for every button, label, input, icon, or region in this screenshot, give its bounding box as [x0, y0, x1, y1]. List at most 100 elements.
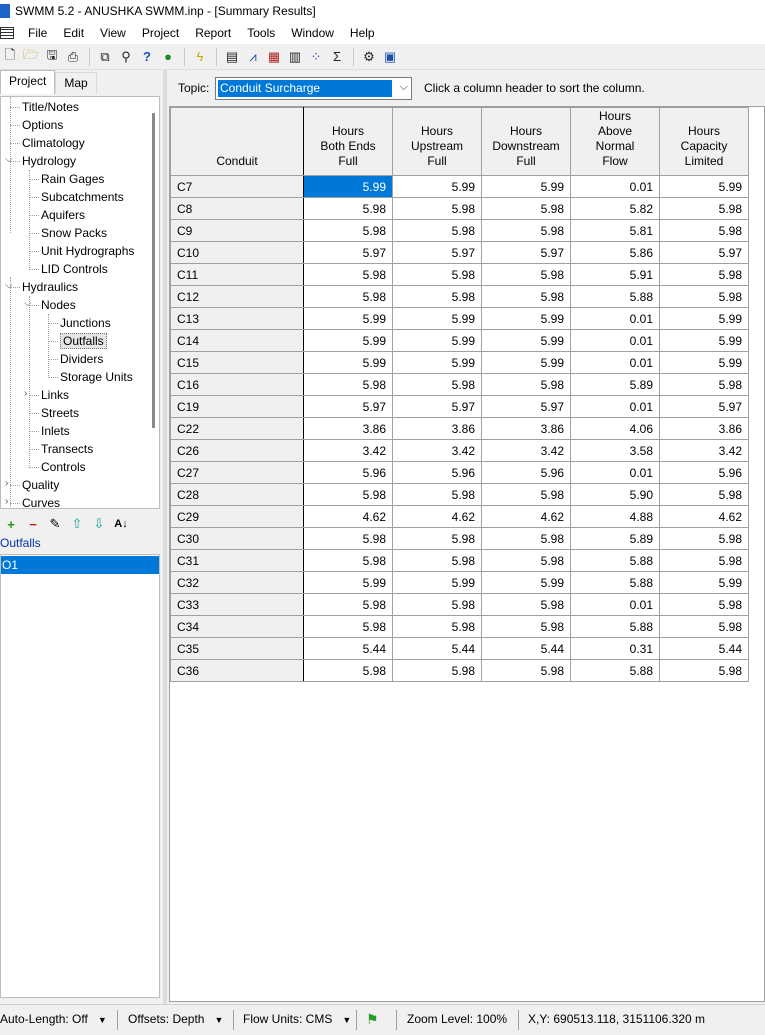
- table-cell[interactable]: 5.97: [392, 241, 482, 264]
- table-cell[interactable]: 5.98: [392, 549, 482, 572]
- tree-item[interactable]: Junctions: [60, 314, 111, 332]
- chevron-down-icon[interactable]: ⌵: [400, 81, 408, 94]
- table-cell[interactable]: 5.99: [481, 307, 571, 330]
- table-cell[interactable]: 5.98: [481, 197, 571, 220]
- table-cell[interactable]: 0.01: [570, 329, 660, 352]
- profile-plot-icon[interactable]: ⩘: [243, 47, 263, 67]
- table-cell[interactable]: 4.62: [303, 505, 393, 528]
- row-header-cell[interactable]: C31: [170, 549, 304, 572]
- menu-edit[interactable]: Edit: [55, 22, 92, 44]
- new-file-icon[interactable]: 🗋: [0, 47, 20, 67]
- table-cell[interactable]: 4.06: [570, 417, 660, 440]
- run-lightning-icon[interactable]: ϟ: [190, 47, 210, 67]
- table-cell[interactable]: 5.98: [659, 263, 749, 286]
- tree-item[interactable]: Hydrology: [22, 152, 76, 170]
- find-icon[interactable]: ⚲: [116, 47, 136, 67]
- sort-az-icon[interactable]: A↓: [110, 518, 132, 530]
- table-cell[interactable]: 5.98: [303, 483, 393, 506]
- table-cell[interactable]: 5.89: [570, 373, 660, 396]
- tree-item[interactable]: Rain Gages: [41, 170, 104, 188]
- globe-icon[interactable]: ●: [158, 47, 178, 67]
- table-cell[interactable]: 5.98: [481, 483, 571, 506]
- table-cell[interactable]: 5.98: [481, 219, 571, 242]
- menu-help[interactable]: Help: [342, 22, 383, 44]
- menu-tools[interactable]: Tools: [239, 22, 283, 44]
- table-cell[interactable]: 5.98: [303, 659, 393, 682]
- table-cell[interactable]: 4.88: [570, 505, 660, 528]
- table-cell[interactable]: 5.97: [659, 241, 749, 264]
- menu-file[interactable]: File: [20, 22, 55, 44]
- table-cell[interactable]: 5.97: [392, 395, 482, 418]
- options-icon[interactable]: ⚙: [359, 47, 379, 67]
- row-header-cell[interactable]: C9: [170, 219, 304, 242]
- table-cell[interactable]: 0.01: [570, 461, 660, 484]
- row-header-cell[interactable]: C30: [170, 527, 304, 550]
- table-cell[interactable]: 5.97: [481, 395, 571, 418]
- menu-report[interactable]: Report: [187, 22, 239, 44]
- table-cell[interactable]: 5.98: [303, 197, 393, 220]
- table-cell[interactable]: 4.62: [392, 505, 482, 528]
- table-cell[interactable]: 0.01: [570, 395, 660, 418]
- table-cell[interactable]: 5.89: [570, 527, 660, 550]
- table-cell[interactable]: 5.99: [392, 571, 482, 594]
- row-header-cell[interactable]: C26: [170, 439, 304, 462]
- offsets-status[interactable]: Offsets: Depth ▼: [128, 1005, 223, 1035]
- tab-project[interactable]: Project: [0, 70, 56, 94]
- tree-item[interactable]: Options: [22, 116, 63, 134]
- table-cell[interactable]: 5.99: [481, 351, 571, 374]
- row-header-cell[interactable]: C14: [170, 329, 304, 352]
- tree-item[interactable]: Nodes: [41, 296, 76, 314]
- add-icon[interactable]: +: [0, 517, 22, 532]
- edit-icon[interactable]: ✎: [44, 516, 66, 532]
- table-cell[interactable]: 5.98: [392, 263, 482, 286]
- tree-scrollbar[interactable]: [147, 97, 159, 508]
- list-item[interactable]: O1: [1, 556, 159, 574]
- row-header-cell[interactable]: C34: [170, 615, 304, 638]
- column-header[interactable]: Conduit: [170, 107, 304, 176]
- tree-item[interactable]: Title/Notes: [22, 98, 79, 116]
- table-cell[interactable]: 5.98: [392, 197, 482, 220]
- table-cell[interactable]: 5.88: [570, 285, 660, 308]
- tree-item[interactable]: Curves: [22, 494, 60, 508]
- table-cell[interactable]: 5.98: [392, 593, 482, 616]
- table-cell[interactable]: 5.98: [303, 285, 393, 308]
- table-icon[interactable]: ▥: [285, 47, 305, 67]
- table-cell[interactable]: 5.99: [659, 351, 749, 374]
- row-header-cell[interactable]: C32: [170, 571, 304, 594]
- sigma-icon[interactable]: Σ: [327, 47, 347, 67]
- table-cell[interactable]: 5.99: [392, 351, 482, 374]
- row-header-cell[interactable]: C11: [170, 263, 304, 286]
- row-header-cell[interactable]: C13: [170, 307, 304, 330]
- row-header-cell[interactable]: C7: [170, 175, 304, 198]
- row-header-cell[interactable]: C12: [170, 285, 304, 308]
- table-cell[interactable]: 3.86: [392, 417, 482, 440]
- table-cell[interactable]: 5.88: [570, 659, 660, 682]
- topic-dropdown[interactable]: Conduit Surcharge ⌵: [215, 77, 412, 100]
- table-cell[interactable]: 5.99: [303, 571, 393, 594]
- status-report-icon[interactable]: ▤: [222, 47, 242, 67]
- project-tree[interactable]: Title/Notes Options Climatology Hydrology ⌵ R…: [0, 96, 160, 509]
- table-cell[interactable]: 5.98: [392, 527, 482, 550]
- table-cell[interactable]: 5.99: [659, 175, 749, 198]
- table-cell[interactable]: 3.42: [481, 439, 571, 462]
- chevron-down-icon[interactable]: ▼: [214, 1015, 223, 1025]
- table-cell[interactable]: 5.96: [392, 461, 482, 484]
- tab-map[interactable]: Map: [55, 72, 97, 94]
- table-cell[interactable]: 5.44: [303, 637, 393, 660]
- copy-icon[interactable]: ⧉: [95, 47, 115, 67]
- row-header-cell[interactable]: C35: [170, 637, 304, 660]
- table-cell[interactable]: 5.91: [570, 263, 660, 286]
- row-header-cell[interactable]: C19: [170, 395, 304, 418]
- table-cell[interactable]: 5.97: [481, 241, 571, 264]
- table-cell[interactable]: 5.98: [303, 615, 393, 638]
- table-cell[interactable]: 5.98: [392, 373, 482, 396]
- table-cell[interactable]: 0.01: [570, 175, 660, 198]
- table-cell[interactable]: 5.98: [659, 659, 749, 682]
- table-cell[interactable]: 5.99: [303, 307, 393, 330]
- table-cell[interactable]: 5.98: [481, 263, 571, 286]
- table-cell[interactable]: 4.62: [659, 505, 749, 528]
- table-cell[interactable]: 5.98: [481, 527, 571, 550]
- table-cell[interactable]: 5.98: [659, 483, 749, 506]
- table-cell[interactable]: 5.98: [659, 593, 749, 616]
- table-cell[interactable]: 5.98: [481, 593, 571, 616]
